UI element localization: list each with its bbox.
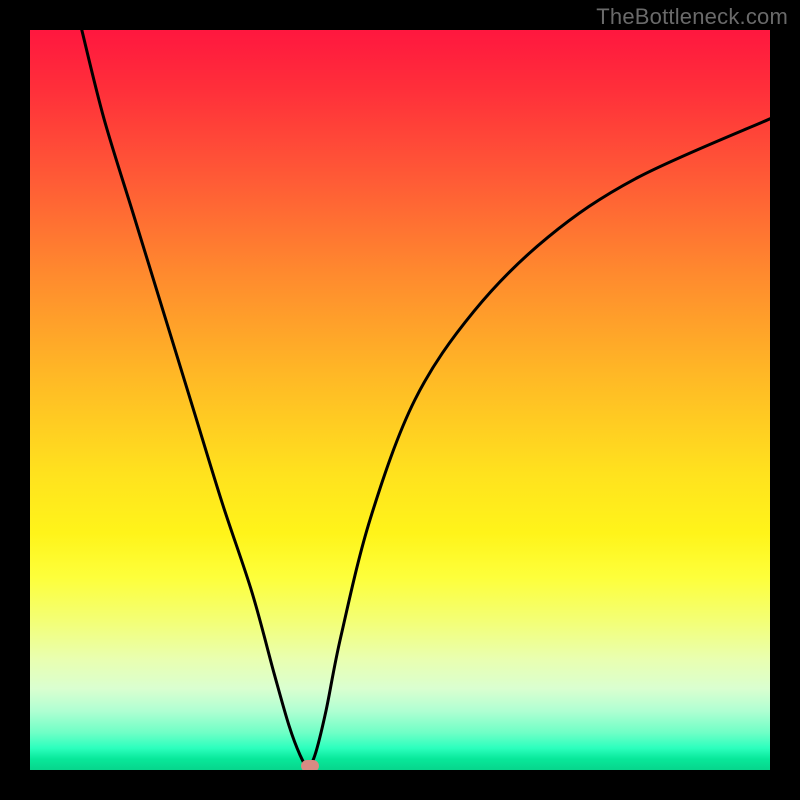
curve-svg (30, 30, 770, 770)
optimal-point-marker (301, 760, 319, 770)
chart-frame: TheBottleneck.com (0, 0, 800, 800)
bottleneck-curve-path (82, 30, 770, 766)
plot-area (30, 30, 770, 770)
watermark-text: TheBottleneck.com (596, 4, 788, 30)
